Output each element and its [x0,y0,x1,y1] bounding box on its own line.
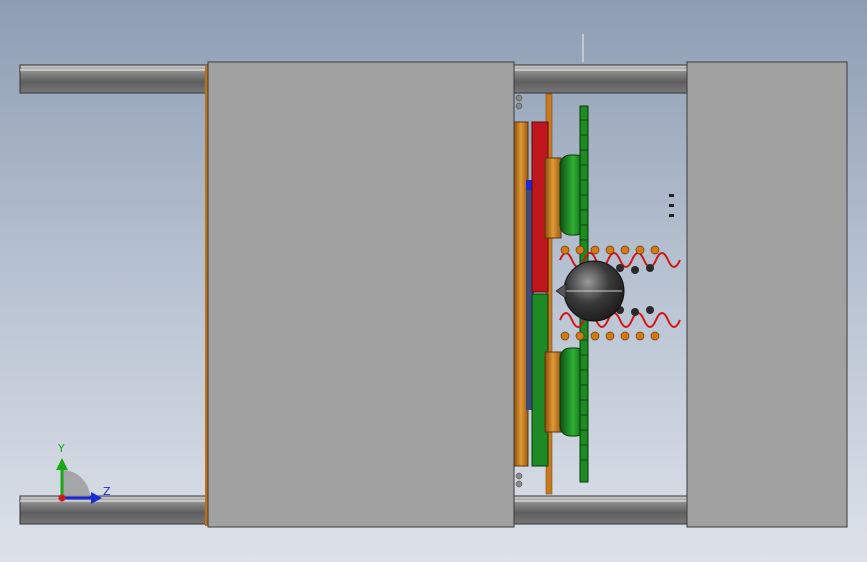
right-plate [686,61,848,528]
coordinate-triad-icon [56,458,102,504]
assembly-drawing [19,34,848,528]
rail-top-left [19,64,211,94]
rail-bottom-middle [511,495,689,525]
triad-z-label: Z [103,485,111,498]
mechanism [513,34,681,495]
rail-top-middle [511,64,689,94]
cad-viewport[interactable]: Y Z [0,0,867,562]
triad-y-label: Y [58,442,65,455]
rail-bottom-left [19,495,211,525]
main-plate [207,61,515,528]
